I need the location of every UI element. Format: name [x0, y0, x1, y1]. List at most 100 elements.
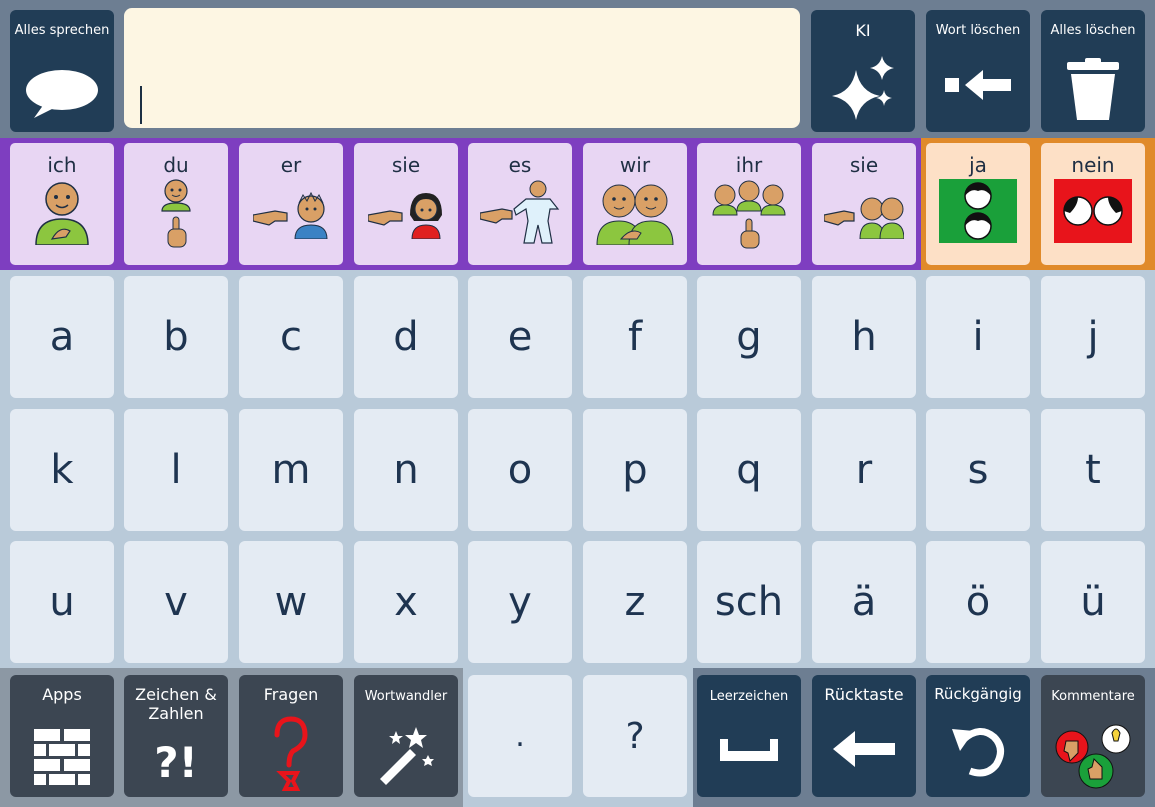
letter-key[interactable]: n	[354, 409, 458, 531]
letter-key[interactable]: b	[124, 276, 228, 398]
letter-key[interactable]: c	[239, 276, 343, 398]
letter-key[interactable]: k	[10, 409, 114, 531]
pronoun-wir-button[interactable]: wir	[583, 143, 687, 265]
answer-yes-button[interactable]: ja	[926, 143, 1030, 265]
letter-key[interactable]: sch	[697, 541, 801, 663]
undo-arrow-icon	[950, 725, 1006, 777]
undo-button[interactable]: Rückgängig	[926, 675, 1030, 797]
backspace-label: Rücktaste	[824, 685, 904, 704]
space-bar-icon	[720, 739, 778, 761]
speak-all-button[interactable]: Alles sprechen	[10, 10, 114, 132]
letter-key[interactable]: f	[583, 276, 687, 398]
pronoun-label: er	[280, 153, 302, 177]
letter-key[interactable]: q	[697, 409, 801, 531]
delete-all-label: Alles löschen	[1050, 23, 1136, 38]
apps-grid-icon	[34, 729, 90, 785]
red-question-mark-icon	[271, 715, 311, 791]
letter-key[interactable]: a	[10, 276, 114, 398]
girl-pointing-icon	[367, 179, 444, 243]
message-box[interactable]	[124, 8, 800, 128]
letter-key[interactable]: h	[812, 276, 916, 398]
group-you-plural-icon	[711, 179, 787, 253]
apps-label: Apps	[42, 685, 82, 704]
letter-key[interactable]: l	[124, 409, 228, 531]
letter-key[interactable]: x	[354, 541, 458, 663]
speak-all-label: Alles sprechen	[14, 23, 110, 38]
letter-key[interactable]: s	[926, 409, 1030, 531]
letter-key[interactable]: y	[468, 541, 572, 663]
text-caret	[140, 86, 142, 124]
letter-key[interactable]: z	[583, 541, 687, 663]
letter-key[interactable]: o	[468, 409, 572, 531]
pronoun-label: es	[508, 153, 532, 177]
speech-bubble-icon	[24, 68, 100, 120]
period-key[interactable]: .	[468, 675, 572, 797]
letter-key[interactable]: g	[697, 276, 801, 398]
pronoun-ich-button[interactable]: ich	[10, 143, 114, 265]
letter-key[interactable]: ä	[812, 541, 916, 663]
letter-key[interactable]: j	[1041, 276, 1145, 398]
ai-label: KI	[855, 21, 871, 40]
pronoun-ihr-button[interactable]: ihr	[697, 143, 801, 265]
baby-pointing-icon	[479, 179, 560, 249]
pronoun-label: ihr	[735, 153, 763, 177]
letter-key[interactable]: m	[239, 409, 343, 531]
undo-label: Rückgängig	[934, 685, 1022, 703]
apps-button[interactable]: Apps	[10, 675, 114, 797]
left-arrow-icon	[833, 731, 895, 767]
magic-wand-icon	[376, 723, 436, 785]
letter-key[interactable]: ü	[1041, 541, 1145, 663]
group-they-pointing-icon	[823, 179, 905, 243]
comments-button[interactable]: Kommentare	[1041, 675, 1145, 797]
yes-faces-icon	[939, 179, 1017, 247]
delete-word-arrow-icon	[945, 68, 1011, 102]
letter-key[interactable]: p	[583, 409, 687, 531]
pronoun-label: sie	[391, 153, 421, 177]
letter-key[interactable]: i	[926, 276, 1030, 398]
question-mark-key[interactable]: ?	[583, 675, 687, 797]
group-we-icon	[595, 179, 675, 249]
word-changer-label: Wortwandler	[364, 689, 448, 704]
comments-bubbles-icon	[1054, 721, 1132, 789]
letter-key[interactable]: w	[239, 541, 343, 663]
symbols-numbers-label: Zeichen & Zahlen	[135, 685, 217, 723]
answer-no-label: nein	[1071, 153, 1115, 177]
person-self-icon	[30, 179, 94, 249]
ai-button[interactable]: KI	[811, 10, 915, 132]
person-you-pointing-icon	[156, 179, 196, 253]
no-faces-icon	[1054, 179, 1132, 247]
trash-icon	[1067, 58, 1119, 120]
pronoun-label: wir	[619, 153, 651, 177]
delete-word-label: Wort löschen	[935, 23, 1021, 38]
letter-key[interactable]: d	[354, 276, 458, 398]
letter-key[interactable]: t	[1041, 409, 1145, 531]
delete-all-button[interactable]: Alles löschen	[1041, 10, 1145, 132]
pronoun-sie-plural-button[interactable]: sie	[812, 143, 916, 265]
pronoun-er-button[interactable]: er	[239, 143, 343, 265]
letter-key[interactable]: v	[124, 541, 228, 663]
letter-key[interactable]: r	[812, 409, 916, 531]
questions-button[interactable]: Fragen	[239, 675, 343, 797]
pronoun-label: ich	[47, 153, 77, 177]
delete-word-button[interactable]: Wort löschen	[926, 10, 1030, 132]
boy-pointing-icon	[252, 179, 329, 243]
backspace-button[interactable]: Rücktaste	[812, 675, 916, 797]
questions-label: Fragen	[263, 685, 319, 704]
pronoun-label: du	[163, 153, 189, 177]
answer-no-button[interactable]: nein	[1041, 143, 1145, 265]
pronoun-du-button[interactable]: du	[124, 143, 228, 265]
pronoun-sie-singular-button[interactable]: sie	[354, 143, 458, 265]
question-exclamation-icon: ?!	[154, 738, 198, 787]
comments-label: Kommentare	[1051, 689, 1135, 704]
sparkles-icon	[830, 56, 896, 120]
space-label: Leerzeichen	[709, 689, 789, 704]
answer-yes-label: ja	[969, 153, 987, 177]
letter-key[interactable]: ö	[926, 541, 1030, 663]
space-button[interactable]: Leerzeichen	[697, 675, 801, 797]
word-changer-button[interactable]: Wortwandler	[354, 675, 458, 797]
symbols-numbers-button[interactable]: Zeichen & Zahlen ?!	[124, 675, 228, 797]
pronoun-label: sie	[849, 153, 879, 177]
letter-key[interactable]: u	[10, 541, 114, 663]
letter-key[interactable]: e	[468, 276, 572, 398]
pronoun-es-button[interactable]: es	[468, 143, 572, 265]
